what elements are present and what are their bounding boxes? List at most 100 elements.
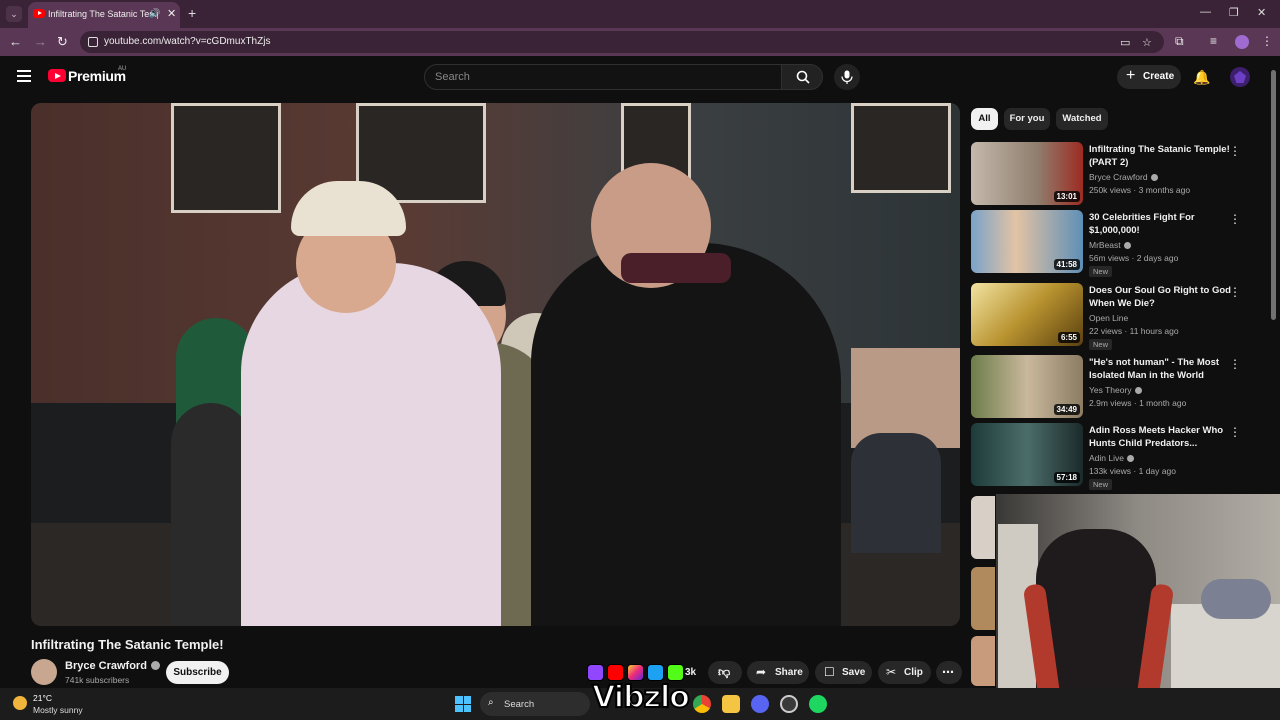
video-thumbnail[interactable] [971, 496, 995, 559]
search-icon [796, 70, 810, 84]
subscribe-button[interactable]: Subscribe [166, 661, 229, 684]
recommendation-channel[interactable]: Adin Live [1089, 453, 1124, 463]
recommendation-channel-row[interactable]: Adin Live [1089, 453, 1134, 463]
recommendation-title[interactable]: 30 Celebrities Fight For $1,000,000! [1089, 211, 1241, 237]
more-vertical-icon[interactable]: ⋮ [1229, 144, 1241, 158]
recommendation-item[interactable]: 6:55 Does Our Soul Go Right to God When … [971, 283, 1261, 350]
video-scene-scarf [621, 253, 731, 283]
spotify-icon[interactable] [809, 695, 827, 713]
url-field[interactable]: youtube.com/watch?v=cGDmuxThZjs ▭ ☆ [80, 31, 1164, 53]
youtube-icon [607, 664, 624, 681]
youtube-logo-icon[interactable] [48, 69, 66, 82]
weather-description[interactable]: Mostly sunny [33, 705, 83, 715]
search-button[interactable] [781, 64, 823, 90]
chip-watched[interactable]: Watched [1056, 108, 1108, 130]
chip-for-you[interactable]: For you [1004, 108, 1050, 130]
tab-search-button[interactable]: ⌄ [6, 6, 22, 22]
more-vertical-icon[interactable]: ⋮ [1229, 285, 1241, 299]
notifications-bell-icon[interactable]: 🔔 [1193, 69, 1210, 86]
video-thumbnail[interactable]: 41:58 [971, 210, 1083, 273]
media-controls-icon[interactable]: ≡ [1210, 34, 1217, 48]
cast-icon[interactable]: ▭ [1120, 36, 1130, 49]
social-icons-row [585, 662, 697, 682]
recommendation-title[interactable]: "He's not human" - The Most Isolated Man… [1089, 356, 1241, 382]
create-button[interactable]: + Create [1117, 65, 1181, 89]
speaker-icon[interactable]: 🔊 [149, 8, 160, 19]
weather-temperature[interactable]: 21°C [33, 693, 52, 703]
more-actions-button[interactable]: ⋯ [936, 661, 962, 684]
recommendation-channel-row[interactable]: Bryce Crawford [1089, 172, 1158, 182]
recommendation-meta: 2.9m views · 1 month ago [1089, 398, 1187, 408]
taskbar-search[interactable]: ⌕ Search [480, 692, 590, 716]
video-thumbnail[interactable] [971, 636, 995, 686]
active-tab[interactable]: Infiltrating The Satanic Temp 🔊 ✕ [28, 2, 180, 28]
country-code: AU [118, 66, 127, 72]
new-badge: New [1089, 479, 1113, 490]
account-avatar[interactable] [1230, 67, 1250, 87]
video-scene-person [241, 263, 501, 626]
close-tab-icon[interactable]: ✕ [167, 7, 176, 20]
windows-start-icon[interactable] [455, 696, 471, 712]
hamburger-menu-icon[interactable] [17, 70, 31, 82]
search-input[interactable]: Search [424, 64, 782, 90]
recommendation-title[interactable]: Infiltrating The Satanic Temple! (PART 2… [1089, 143, 1241, 169]
file-explorer-icon[interactable] [722, 695, 740, 713]
weather-sun-icon[interactable] [13, 696, 27, 710]
more-horizontal-icon: ⋯ [942, 665, 954, 679]
webcam-overlay [996, 494, 1280, 720]
maximize-icon[interactable]: ❐ [1229, 6, 1239, 19]
steam-icon[interactable] [780, 695, 798, 713]
chip-all[interactable]: All [971, 108, 998, 130]
url-text: youtube.com/watch?v=cGDmuxThZjs [104, 36, 271, 47]
dislike-button[interactable]: 👎︎ [708, 661, 742, 684]
scissors-icon: ✂ [886, 665, 897, 679]
watermark-text: Vibzlo [591, 679, 691, 716]
recommendation-channel[interactable]: MrBeast [1089, 240, 1121, 250]
kick-icon [667, 664, 684, 681]
recommendation-title[interactable]: Adin Ross Meets Hacker Who Hunts Child P… [1089, 424, 1241, 450]
recommendation-channel[interactable]: Bryce Crawford [1089, 172, 1148, 182]
more-vertical-icon[interactable]: ⋮ [1229, 212, 1241, 226]
recommendation-channel[interactable]: Yes Theory [1089, 385, 1132, 395]
more-vertical-icon[interactable]: ⋮ [1229, 425, 1241, 439]
recommendation-channel-row[interactable]: Yes Theory [1089, 385, 1142, 395]
close-window-icon[interactable]: ✕ [1257, 6, 1266, 19]
recommendation-item[interactable]: 34:49 "He's not human" - The Most Isolat… [971, 355, 1261, 419]
back-icon[interactable]: ← [9, 34, 22, 49]
video-thumbnail[interactable]: 57:18 [971, 423, 1083, 486]
video-thumbnail[interactable] [971, 567, 995, 630]
extensions-icon[interactable]: ⧉ [1175, 34, 1184, 49]
channel-avatar[interactable] [31, 659, 57, 685]
video-thumbnail[interactable]: 13:01 [971, 142, 1083, 205]
share-button[interactable]: ➦ Share [747, 661, 809, 684]
minimize-icon[interactable]: — [1200, 6, 1211, 18]
discord-icon[interactable] [751, 695, 769, 713]
new-tab-button[interactable]: + [188, 5, 196, 21]
save-button[interactable]: ☐ Save [815, 661, 872, 684]
bookmark-star-icon[interactable]: ☆ [1142, 36, 1152, 49]
channel-name-row[interactable]: Bryce Crawford [65, 660, 160, 672]
video-player[interactable] [31, 103, 960, 626]
video-scene-person [171, 403, 251, 626]
recommendation-channel-row[interactable]: MrBeast [1089, 240, 1131, 250]
recommendation-channel[interactable]: Open Line [1089, 313, 1128, 323]
page-scrollbar[interactable] [1271, 70, 1276, 320]
recommendation-item[interactable]: 57:18 Adin Ross Meets Hacker Who Hunts C… [971, 423, 1261, 490]
video-thumbnail[interactable]: 6:55 [971, 283, 1083, 346]
save-label: Save [842, 667, 866, 678]
more-vertical-icon[interactable]: ⋮ [1229, 357, 1241, 371]
channel-name[interactable]: Bryce Crawford [65, 660, 147, 672]
duration-badge: 6:55 [1057, 332, 1080, 343]
reload-icon[interactable]: ↻ [57, 34, 68, 50]
recommendation-title[interactable]: Does Our Soul Go Right to God When We Di… [1089, 284, 1241, 310]
profile-avatar[interactable] [1235, 35, 1249, 49]
clip-button[interactable]: ✂ Clip [878, 661, 931, 684]
voice-search-button[interactable] [834, 64, 860, 90]
forward-icon[interactable]: → [34, 34, 47, 49]
recommendation-item[interactable]: 41:58 30 Celebrities Fight For $1,000,00… [971, 210, 1261, 277]
new-badge: New [1089, 339, 1113, 350]
site-info-icon[interactable] [88, 37, 98, 47]
video-thumbnail[interactable]: 34:49 [971, 355, 1083, 418]
browser-menu-icon[interactable]: ⋮ [1261, 34, 1273, 48]
recommendation-item[interactable]: 13:01 Infiltrating The Satanic Temple! (… [971, 142, 1261, 206]
